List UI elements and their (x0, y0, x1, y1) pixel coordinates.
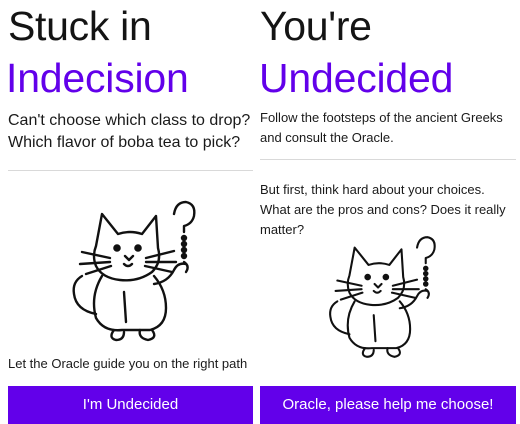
title-line-2: Undecided (260, 55, 454, 101)
oracle-help-button[interactable]: Oracle, please help me choose! (260, 386, 516, 424)
cat-with-question-mark-icon (62, 196, 212, 346)
cat-with-question-mark-icon (310, 232, 460, 362)
left-screen: Stuck in Indecision Can't choose which c… (0, 0, 257, 424)
divider (8, 170, 253, 171)
im-undecided-button[interactable]: I'm Undecided (8, 386, 253, 424)
title-line-1: You're (260, 3, 372, 49)
right-screen: You're Undecided Follow the footsteps of… (260, 0, 518, 424)
divider (260, 159, 516, 160)
question-text: But first, think hard about your choices… (260, 182, 506, 237)
guide-text: Let the Oracle guide you on the right pa… (8, 356, 248, 371)
intro-text: Can't choose which class to drop? Which … (8, 112, 251, 151)
title-line-1: Stuck in (8, 3, 152, 49)
intro-text: Follow the footsteps of the ancient Gree… (260, 110, 503, 145)
title-line-2: Indecision (6, 55, 189, 101)
